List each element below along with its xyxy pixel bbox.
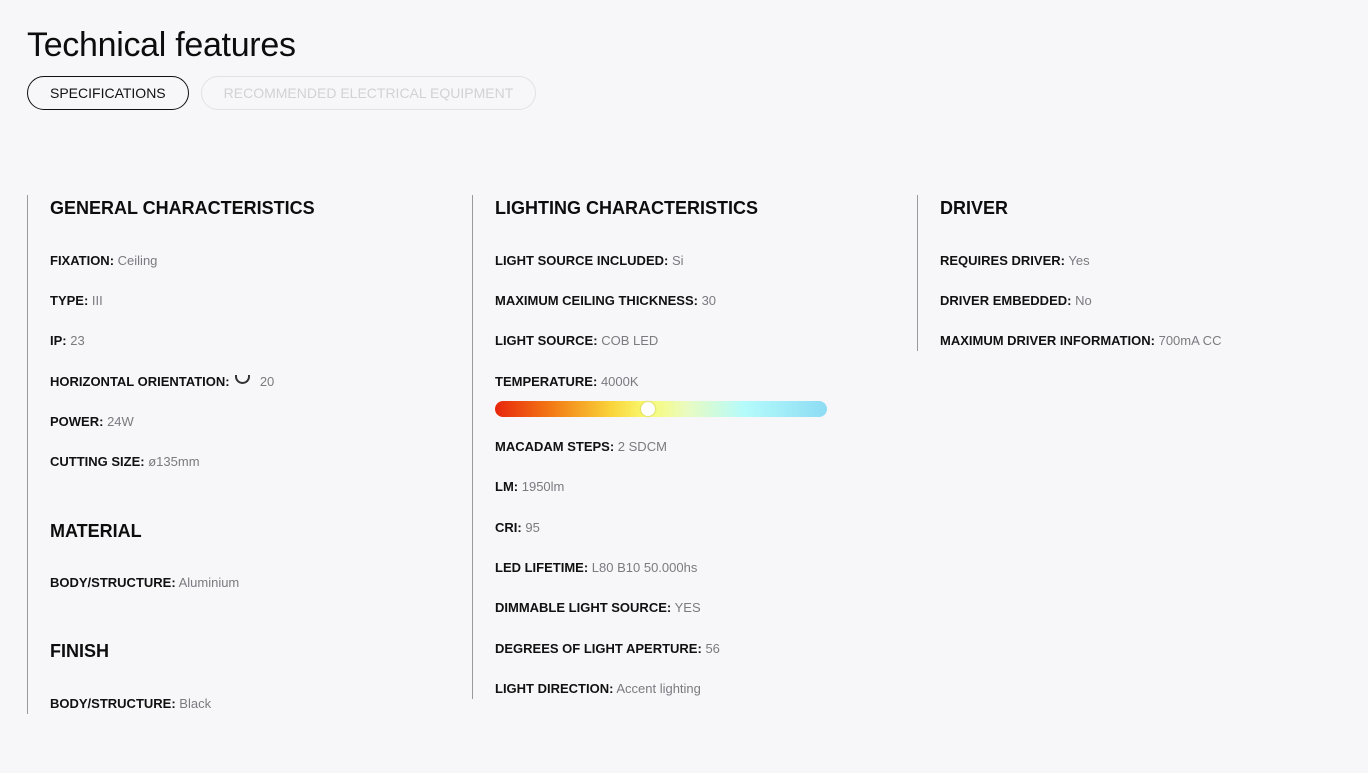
spec-row-requires-driver: REQUIRES DRIVER: Yes xyxy=(940,253,1090,269)
spec-value: 23 xyxy=(70,333,85,348)
spec-row-light-source: LIGHT SOURCE: COB LED xyxy=(495,333,658,349)
spec-row-cri: CRI: 95 xyxy=(495,520,540,536)
spec-value: ø135mm xyxy=(148,454,200,469)
general-characteristics-heading: GENERAL CHARACTERISTICS xyxy=(50,198,315,218)
color-temperature-marker xyxy=(640,402,655,416)
spec-value: Accent lighting xyxy=(616,681,701,696)
spec-row-led-lifetime: LED LIFETIME: L80 B10 50.000hs xyxy=(495,560,697,576)
spec-label: TYPE: xyxy=(50,293,89,308)
spec-value: 20 xyxy=(259,374,275,389)
spec-value: COB LED xyxy=(601,333,659,348)
spec-row-cutting-size: CUTTING SIZE: ø135mm xyxy=(50,454,200,470)
spec-value: 24W xyxy=(107,414,134,429)
tab-bar: SPECIFICATIONS RECOMMENDED ELECTRICAL EQ… xyxy=(27,76,537,110)
spec-value: Black xyxy=(179,696,212,711)
spec-row-horizontal-orientation: HORIZONTAL ORIENTATION: 20 xyxy=(50,374,274,390)
spec-value: 30 xyxy=(701,293,717,308)
material-section: MATERIAL xyxy=(50,518,142,544)
spec-label: FIXATION: xyxy=(50,253,115,268)
spec-value: No xyxy=(1075,293,1092,308)
spec-label: BODY/STRUCTURE: xyxy=(50,696,176,711)
spec-row-finish-body: BODY/STRUCTURE: Black xyxy=(50,696,211,712)
spec-row-max-ceiling-thickness: MAXIMUM CEILING THICKNESS: 30 xyxy=(495,293,716,309)
spec-value: 2 SDCM xyxy=(617,439,667,454)
lighting-column: LIGHTING CHARACTERISTICS LIGHT SOURCE IN… xyxy=(472,195,892,699)
spec-value: 4000K xyxy=(600,374,639,389)
spec-value: YES xyxy=(674,600,701,615)
spec-value: Ceiling xyxy=(117,253,158,268)
color-temperature-scale xyxy=(495,401,827,417)
spec-row-dimmable-light-source: DIMMABLE LIGHT SOURCE: YES xyxy=(495,600,701,616)
spec-row-driver-embedded: DRIVER EMBEDDED: No xyxy=(940,293,1092,309)
driver-heading: DRIVER xyxy=(940,198,1009,218)
spec-label: LIGHT SOURCE: xyxy=(495,333,598,348)
spec-row-lm: LM: 1950lm xyxy=(495,479,564,495)
spec-label: DEGREES OF LIGHT APERTURE: xyxy=(495,641,702,656)
spec-label: IP: xyxy=(50,333,67,348)
spec-label: TEMPERATURE: xyxy=(495,374,598,389)
spec-label: LED LIFETIME: xyxy=(495,560,589,575)
spec-row-fixation: FIXATION: Ceiling xyxy=(50,253,157,269)
spec-label: MAXIMUM CEILING THICKNESS: xyxy=(495,293,698,308)
spec-row-macadam-steps: MACADAM STEPS: 2 SDCM xyxy=(495,439,667,455)
spec-label: LIGHT DIRECTION: xyxy=(495,681,614,696)
spec-row-light-direction: LIGHT DIRECTION: Accent lighting xyxy=(495,681,701,697)
page-title: Technical features xyxy=(27,26,296,64)
spec-label: REQUIRES DRIVER: xyxy=(940,253,1065,268)
spec-label: MAXIMUM DRIVER INFORMATION: xyxy=(940,333,1155,348)
spec-label: DIMMABLE LIGHT SOURCE: xyxy=(495,600,672,615)
spec-row-light-source-included: LIGHT SOURCE INCLUDED: Si xyxy=(495,253,684,269)
spec-label: LIGHT SOURCE INCLUDED: xyxy=(495,253,669,268)
spec-row-material-body: BODY/STRUCTURE: Aluminium xyxy=(50,575,239,591)
spec-value: Si xyxy=(671,253,684,268)
spec-row-power: POWER: 24W xyxy=(50,414,134,430)
spec-value: 1950lm xyxy=(521,479,565,494)
spec-value: 700mA CC xyxy=(1158,333,1222,348)
lighting-section: LIGHTING CHARACTERISTICS xyxy=(495,195,758,221)
spec-label: BODY/STRUCTURE: xyxy=(50,575,176,590)
spec-row-light-aperture: DEGREES OF LIGHT APERTURE: 56 xyxy=(495,641,720,657)
spec-row-type: TYPE: III xyxy=(50,293,103,309)
spec-value: Yes xyxy=(1068,253,1090,268)
finish-heading: FINISH xyxy=(50,641,110,661)
driver-column: DRIVER REQUIRES DRIVER: Yes DRIVER EMBED… xyxy=(917,195,1337,351)
general-section: GENERAL CHARACTERISTICS xyxy=(50,195,315,221)
general-column: GENERAL CHARACTERISTICS FIXATION: Ceilin… xyxy=(27,195,447,714)
spec-value: Aluminium xyxy=(178,575,240,590)
spec-row-ip: IP: 23 xyxy=(50,333,85,349)
material-heading: MATERIAL xyxy=(50,521,142,541)
tab-recommended-electrical-equipment[interactable]: RECOMMENDED ELECTRICAL EQUIPMENT xyxy=(200,76,537,110)
spec-row-temperature: TEMPERATURE: 4000K xyxy=(495,374,639,390)
spec-label: CUTTING SIZE: xyxy=(50,454,145,469)
spec-label: DRIVER EMBEDDED: xyxy=(940,293,1072,308)
finish-section: FINISH xyxy=(50,638,109,664)
spec-value: 56 xyxy=(705,641,720,656)
spec-label: LM: xyxy=(495,479,519,494)
spec-label: HORIZONTAL ORIENTATION: xyxy=(50,374,230,389)
rotation-arc-icon xyxy=(235,375,251,384)
lighting-characteristics-heading: LIGHTING CHARACTERISTICS xyxy=(495,198,758,218)
spec-label: POWER: xyxy=(50,414,104,429)
spec-value: 95 xyxy=(525,520,540,535)
spec-label: CRI: xyxy=(495,520,522,535)
driver-section: DRIVER xyxy=(940,195,1008,221)
spec-label: MACADAM STEPS: xyxy=(495,439,615,454)
spec-value: III xyxy=(91,293,103,308)
tab-specifications[interactable]: SPECIFICATIONS xyxy=(27,76,189,110)
spec-row-max-driver-information: MAXIMUM DRIVER INFORMATION: 700mA CC xyxy=(940,333,1221,349)
spec-value: L80 B10 50.000hs xyxy=(591,560,698,575)
